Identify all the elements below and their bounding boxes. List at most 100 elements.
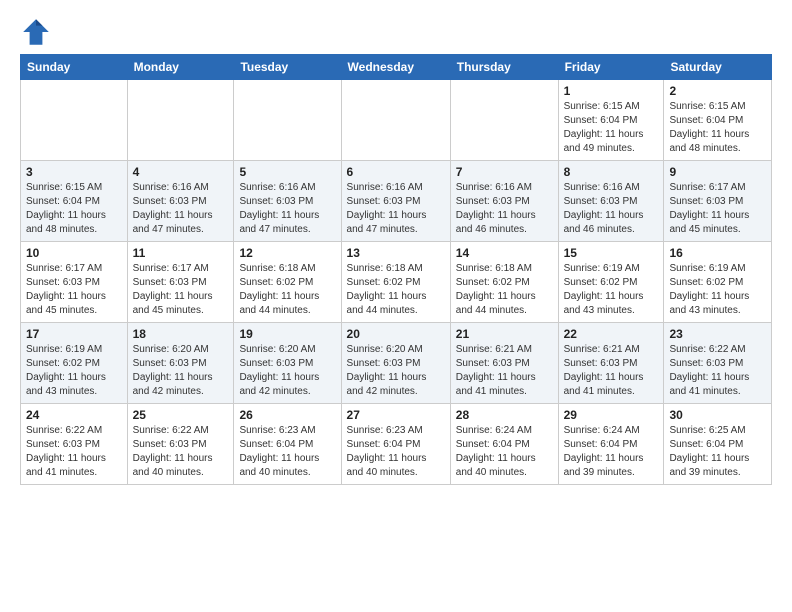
day-cell: 1 Sunrise: 6:15 AM Sunset: 6:04 PM Daylig… — [558, 80, 664, 161]
day-cell: 2 Sunrise: 6:15 AM Sunset: 6:04 PM Daylig… — [664, 80, 772, 161]
day-info: Sunrise: 6:21 AM Sunset: 6:03 PM Dayligh… — [456, 343, 553, 399]
day-cell — [234, 80, 341, 161]
day-number: 30 — [669, 408, 766, 422]
week-row-1: 1 Sunrise: 6:15 AM Sunset: 6:04 PM Daylig… — [21, 80, 772, 161]
day-info: Sunrise: 6:17 AM Sunset: 6:03 PM Dayligh… — [26, 262, 122, 318]
day-info: Sunrise: 6:19 AM Sunset: 6:02 PM Dayligh… — [564, 262, 659, 318]
day-info: Sunrise: 6:15 AM Sunset: 6:04 PM Dayligh… — [26, 181, 122, 237]
day-info: Sunrise: 6:20 AM Sunset: 6:03 PM Dayligh… — [347, 343, 445, 399]
logo — [20, 16, 56, 48]
day-info: Sunrise: 6:16 AM Sunset: 6:03 PM Dayligh… — [133, 181, 229, 237]
day-info: Sunrise: 6:25 AM Sunset: 6:04 PM Dayligh… — [669, 424, 766, 480]
day-number: 23 — [669, 327, 766, 341]
day-info: Sunrise: 6:15 AM Sunset: 6:04 PM Dayligh… — [669, 100, 766, 156]
day-number: 1 — [564, 84, 659, 98]
day-info: Sunrise: 6:22 AM Sunset: 6:03 PM Dayligh… — [26, 424, 122, 480]
day-cell — [127, 80, 234, 161]
weekday-header-row: SundayMondayTuesdayWednesdayThursdayFrid… — [21, 55, 772, 80]
day-number: 22 — [564, 327, 659, 341]
day-cell: 20 Sunrise: 6:20 AM Sunset: 6:03 PM Dayli… — [341, 323, 450, 404]
day-info: Sunrise: 6:24 AM Sunset: 6:04 PM Dayligh… — [456, 424, 553, 480]
day-number: 26 — [239, 408, 335, 422]
day-cell: 27 Sunrise: 6:23 AM Sunset: 6:04 PM Dayli… — [341, 404, 450, 485]
day-number: 24 — [26, 408, 122, 422]
day-cell: 17Sunrise: 6:19 AM Sunset: 6:02 PM Dayli… — [21, 323, 128, 404]
day-number: 19 — [239, 327, 335, 341]
day-info: Sunrise: 6:16 AM Sunset: 6:03 PM Dayligh… — [456, 181, 553, 237]
day-number: 5 — [239, 165, 335, 179]
day-number: 2 — [669, 84, 766, 98]
day-info: Sunrise: 6:24 AM Sunset: 6:04 PM Dayligh… — [564, 424, 659, 480]
weekday-header-friday: Friday — [558, 55, 664, 80]
weekday-header-monday: Monday — [127, 55, 234, 80]
weekday-header-thursday: Thursday — [450, 55, 558, 80]
day-info: Sunrise: 6:16 AM Sunset: 6:03 PM Dayligh… — [239, 181, 335, 237]
weekday-header-wednesday: Wednesday — [341, 55, 450, 80]
day-info: Sunrise: 6:19 AM Sunset: 6:02 PM Dayligh… — [669, 262, 766, 318]
day-cell: 8Sunrise: 6:16 AM Sunset: 6:03 PM Daylig… — [558, 161, 664, 242]
day-cell — [341, 80, 450, 161]
day-cell: 10 Sunrise: 6:17 AM Sunset: 6:03 PM Dayli… — [21, 242, 128, 323]
day-info: Sunrise: 6:21 AM Sunset: 6:03 PM Dayligh… — [564, 343, 659, 399]
day-number: 11 — [133, 246, 229, 260]
day-cell — [450, 80, 558, 161]
day-cell: 16 Sunrise: 6:19 AM Sunset: 6:02 PM Dayli… — [664, 242, 772, 323]
day-number: 15 — [564, 246, 659, 260]
day-number: 10 — [26, 246, 122, 260]
day-number: 21 — [456, 327, 553, 341]
day-cell: 11 Sunrise: 6:17 AM Sunset: 6:03 PM Dayli… — [127, 242, 234, 323]
day-info: Sunrise: 6:16 AM Sunset: 6:03 PM Dayligh… — [564, 181, 659, 237]
day-cell: 21 Sunrise: 6:21 AM Sunset: 6:03 PM Dayli… — [450, 323, 558, 404]
day-cell: 5 Sunrise: 6:16 AM Sunset: 6:03 PM Daylig… — [234, 161, 341, 242]
week-row-4: 17Sunrise: 6:19 AM Sunset: 6:02 PM Dayli… — [21, 323, 772, 404]
day-cell: 19Sunrise: 6:20 AM Sunset: 6:03 PM Dayli… — [234, 323, 341, 404]
day-number: 13 — [347, 246, 445, 260]
day-info: Sunrise: 6:18 AM Sunset: 6:02 PM Dayligh… — [456, 262, 553, 318]
day-cell: 3 Sunrise: 6:15 AM Sunset: 6:04 PM Daylig… — [21, 161, 128, 242]
day-number: 20 — [347, 327, 445, 341]
day-info: Sunrise: 6:17 AM Sunset: 6:03 PM Dayligh… — [133, 262, 229, 318]
day-info: Sunrise: 6:15 AM Sunset: 6:04 PM Dayligh… — [564, 100, 659, 156]
week-row-5: 24 Sunrise: 6:22 AM Sunset: 6:03 PM Dayli… — [21, 404, 772, 485]
header — [20, 16, 772, 48]
day-cell: 23Sunrise: 6:22 AM Sunset: 6:03 PM Dayli… — [664, 323, 772, 404]
weekday-header-tuesday: Tuesday — [234, 55, 341, 80]
day-number: 16 — [669, 246, 766, 260]
day-number: 18 — [133, 327, 229, 341]
day-cell: 25 Sunrise: 6:22 AM Sunset: 6:03 PM Dayli… — [127, 404, 234, 485]
day-cell: 12 Sunrise: 6:18 AM Sunset: 6:02 PM Dayli… — [234, 242, 341, 323]
day-cell: 26 Sunrise: 6:23 AM Sunset: 6:04 PM Dayli… — [234, 404, 341, 485]
day-cell: 15 Sunrise: 6:19 AM Sunset: 6:02 PM Dayli… — [558, 242, 664, 323]
day-cell: 4 Sunrise: 6:16 AM Sunset: 6:03 PM Daylig… — [127, 161, 234, 242]
day-cell: 24 Sunrise: 6:22 AM Sunset: 6:03 PM Dayli… — [21, 404, 128, 485]
day-number: 29 — [564, 408, 659, 422]
day-info: Sunrise: 6:23 AM Sunset: 6:04 PM Dayligh… — [347, 424, 445, 480]
day-number: 27 — [347, 408, 445, 422]
logo-icon — [20, 16, 52, 48]
weekday-header-saturday: Saturday — [664, 55, 772, 80]
weekday-header-sunday: Sunday — [21, 55, 128, 80]
day-cell: 6Sunrise: 6:16 AM Sunset: 6:03 PM Daylig… — [341, 161, 450, 242]
day-cell: 9Sunrise: 6:17 AM Sunset: 6:03 PM Daylig… — [664, 161, 772, 242]
day-info: Sunrise: 6:16 AM Sunset: 6:03 PM Dayligh… — [347, 181, 445, 237]
day-cell: 18 Sunrise: 6:20 AM Sunset: 6:03 PM Dayli… — [127, 323, 234, 404]
day-number: 25 — [133, 408, 229, 422]
day-number: 3 — [26, 165, 122, 179]
day-number: 4 — [133, 165, 229, 179]
day-info: Sunrise: 6:23 AM Sunset: 6:04 PM Dayligh… — [239, 424, 335, 480]
week-row-3: 10 Sunrise: 6:17 AM Sunset: 6:03 PM Dayli… — [21, 242, 772, 323]
day-cell: 29 Sunrise: 6:24 AM Sunset: 6:04 PM Dayli… — [558, 404, 664, 485]
day-number: 7 — [456, 165, 553, 179]
day-number: 12 — [239, 246, 335, 260]
day-info: Sunrise: 6:22 AM Sunset: 6:03 PM Dayligh… — [133, 424, 229, 480]
day-cell: 30 Sunrise: 6:25 AM Sunset: 6:04 PM Dayli… — [664, 404, 772, 485]
day-cell: 28 Sunrise: 6:24 AM Sunset: 6:04 PM Dayli… — [450, 404, 558, 485]
page: SundayMondayTuesdayWednesdayThursdayFrid… — [0, 0, 792, 501]
day-info: Sunrise: 6:18 AM Sunset: 6:02 PM Dayligh… — [239, 262, 335, 318]
day-cell: 13Sunrise: 6:18 AM Sunset: 6:02 PM Dayli… — [341, 242, 450, 323]
day-cell — [21, 80, 128, 161]
day-number: 28 — [456, 408, 553, 422]
day-info: Sunrise: 6:20 AM Sunset: 6:03 PM Dayligh… — [133, 343, 229, 399]
day-cell: 14Sunrise: 6:18 AM Sunset: 6:02 PM Dayli… — [450, 242, 558, 323]
calendar: SundayMondayTuesdayWednesdayThursdayFrid… — [20, 54, 772, 485]
